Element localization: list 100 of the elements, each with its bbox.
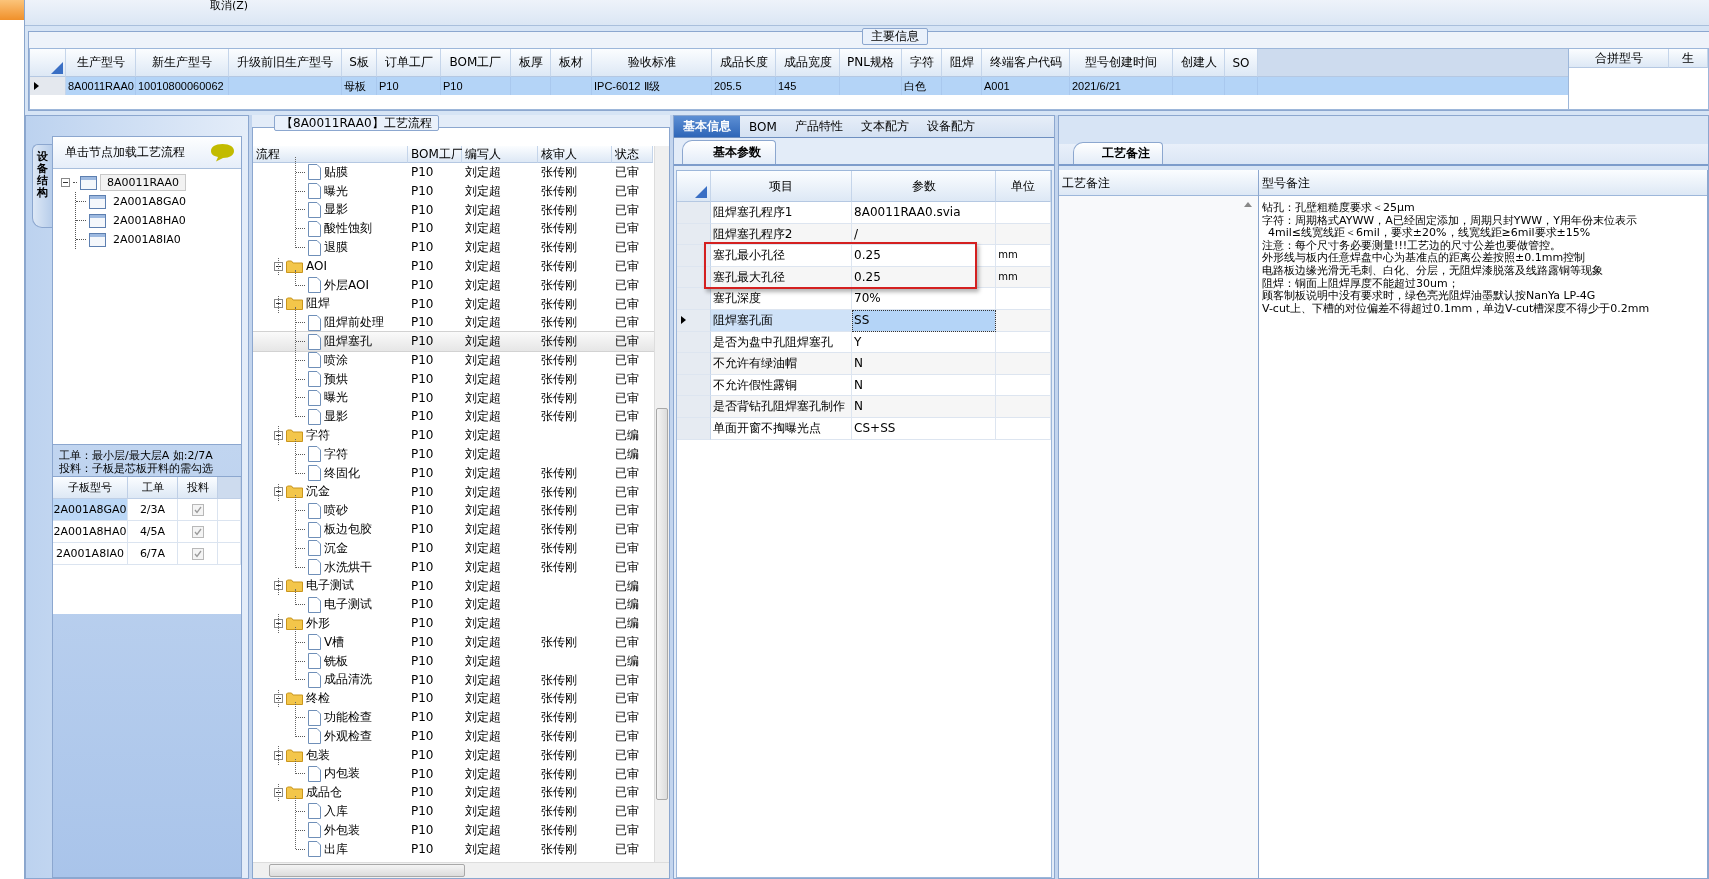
tree-label: 包装	[306, 746, 330, 764]
collapse-icon[interactable]	[274, 619, 283, 628]
column-header[interactable]: 流程	[253, 146, 408, 163]
table-cell[interactable]: 2A001A8GA0	[53, 499, 128, 521]
column-header[interactable]: 创建人	[1173, 49, 1225, 77]
tab[interactable]: 基本信息	[674, 116, 740, 137]
scrollbar[interactable]	[253, 862, 669, 878]
file-icon	[308, 634, 321, 651]
collapse-icon[interactable]	[274, 788, 283, 798]
collapse-icon[interactable]	[61, 178, 70, 187]
table-cell[interactable]: 8A0011RAA0.svia	[852, 202, 997, 224]
table-cell-text: 已编	[614, 596, 640, 614]
table-cell[interactable]: N	[852, 374, 997, 397]
column-header[interactable]: 核审人	[538, 146, 612, 163]
row-header[interactable]	[30, 77, 66, 95]
side-tab[interactable]: 设备结构	[32, 144, 52, 228]
table-cell-text: 已审	[614, 370, 640, 388]
table-cell-text: P10	[410, 201, 435, 219]
table-cell[interactable]: CS+SS	[852, 417, 997, 440]
table-cell-text: 刘定超	[464, 727, 502, 745]
tree-label[interactable]: 2A001A8GA0	[109, 195, 187, 208]
table-cell[interactable]: Y	[852, 331, 997, 354]
collapse-icon[interactable]	[274, 487, 283, 497]
table-cell-text: 已编	[614, 577, 640, 595]
tab[interactable]: 基本参数	[682, 140, 776, 164]
collapse-icon[interactable]	[274, 694, 283, 704]
column-header[interactable]: 投料	[178, 477, 218, 499]
table-row[interactable]: 8A0011RAA0 10010800060062 母板 P10 P10 IPC-6012 Ⅱ级 205.5 145 白色 A001 2021/6/21	[30, 77, 1568, 95]
tab[interactable]: 产品特性	[785, 116, 852, 137]
column-header[interactable]: 单位	[996, 171, 1051, 202]
checkbox[interactable]	[191, 547, 204, 560]
column-header[interactable]: 状态	[612, 146, 653, 163]
column-header[interactable]: 终端客户代码	[982, 49, 1070, 77]
column-header[interactable]: 生	[1669, 49, 1708, 68]
column-header[interactable]: 生产型号	[66, 49, 136, 77]
window-icon	[89, 232, 106, 247]
collapse-icon[interactable]	[274, 431, 283, 441]
column-header[interactable]: 合拼型号	[1569, 49, 1669, 68]
column-header[interactable]: 升级前旧生产型号	[229, 49, 342, 77]
column-header[interactable]: S板	[342, 49, 377, 77]
table-cell-text: P10	[410, 615, 435, 633]
table-cell[interactable]: N	[852, 353, 997, 375]
cancel-label[interactable]: 取消(Z)	[210, 0, 249, 12]
tree-label: 铣板	[324, 652, 348, 670]
collapse-icon[interactable]	[274, 581, 283, 591]
column-header[interactable]: 型号创建时间	[1070, 49, 1173, 77]
table-cell[interactable]: 2A001A8IA0	[53, 543, 128, 565]
column-header[interactable]: 项目	[710, 171, 853, 202]
file-icon	[308, 277, 321, 294]
column-header[interactable]: 工单	[128, 477, 178, 499]
tree-label: 阻焊塞孔	[324, 333, 372, 351]
column-header[interactable]: 板材	[551, 49, 592, 77]
tree-label[interactable]: 2A001A8HA0	[109, 214, 186, 227]
table-cell[interactable]: 0.25	[852, 245, 997, 267]
table-cell-text: 已审	[614, 784, 640, 802]
collapse-icon[interactable]	[274, 261, 283, 271]
collapse-icon[interactable]	[274, 299, 283, 309]
column-header[interactable]: 板厚	[511, 49, 551, 77]
table-cell-text: 张传刚	[540, 671, 578, 689]
tab[interactable]: 设备配方	[917, 116, 984, 137]
column-header[interactable]: 阻焊	[942, 49, 982, 77]
column-header[interactable]: 参数	[852, 171, 997, 202]
table-cell[interactable]: 2A001A8HA0	[53, 521, 128, 543]
table-cell-text: 张传刚	[540, 333, 578, 351]
column-header[interactable]: SO	[1225, 49, 1258, 77]
tab[interactable]: 工艺备注	[1073, 142, 1163, 164]
checkbox[interactable]	[191, 503, 204, 516]
file-icon	[308, 521, 321, 538]
column-header[interactable]: 编写人	[462, 146, 538, 163]
tree-label[interactable]: 8A0011RAA0	[100, 174, 187, 191]
tree-label: 外层AOI	[324, 276, 369, 294]
column-header[interactable]: 订单工厂	[377, 49, 441, 77]
column-header[interactable]: BOM工厂	[408, 146, 462, 163]
table-cell-text: 已审	[614, 746, 640, 764]
column-header[interactable]: 子板型号	[53, 477, 128, 499]
column-header[interactable]: 成品长度	[712, 49, 776, 77]
tab[interactable]: 文本配方	[851, 116, 918, 137]
table-cell[interactable]: N	[852, 396, 997, 418]
table-cell-text: 已审	[614, 389, 640, 407]
column-header[interactable]: PNL规格	[840, 49, 902, 77]
table-cell: 6/7A	[128, 543, 178, 565]
tree-label: V槽	[324, 633, 345, 651]
scrollbar[interactable]	[654, 146, 669, 862]
table-cell[interactable]: 70%	[852, 288, 997, 310]
column-header[interactable]: 新生产型号	[136, 49, 229, 77]
column-header[interactable]: 成品宽度	[776, 49, 840, 77]
table-cell-text: 刘定超	[464, 596, 502, 614]
table-cell-text: 已审	[614, 821, 640, 839]
tree-label[interactable]: 2A001A8IA0	[109, 233, 181, 246]
checkbox[interactable]	[191, 525, 204, 538]
scroll-up-icon[interactable]	[1244, 202, 1252, 207]
tab[interactable]: BOM	[740, 116, 786, 137]
row-header[interactable]	[677, 309, 711, 332]
column-header[interactable]: 字符	[902, 49, 942, 77]
column-header[interactable]: BOM工厂	[441, 49, 511, 77]
table-cell[interactable]: SS	[852, 309, 997, 332]
table-cell-text: 刘定超	[464, 803, 502, 821]
collapse-icon[interactable]	[274, 750, 283, 760]
column-header[interactable]: 验收标准	[592, 49, 712, 77]
tree-row[interactable]: 阻焊塞孔 P10 刘定超 张传刚 已审	[253, 332, 654, 351]
